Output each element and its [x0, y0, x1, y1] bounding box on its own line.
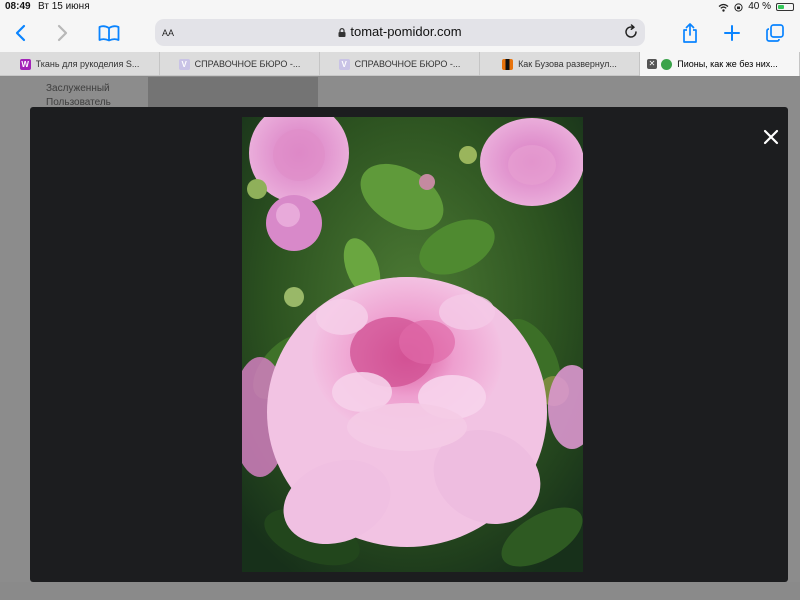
- lock-icon: [338, 28, 346, 37]
- peony-photo: [242, 117, 583, 572]
- share-icon: [683, 23, 697, 43]
- status-bar: 08:49 Вт 15 июня 40 %: [0, 0, 800, 14]
- orientation-lock-icon: [734, 2, 743, 12]
- tab-1[interactable]: V СПРАВОЧНОЕ БЮРО -...: [160, 52, 320, 76]
- battery-percent: 40 %: [748, 1, 771, 12]
- battery-level: [778, 5, 784, 9]
- user-rank-line1: Заслуженный: [46, 83, 110, 94]
- tab-favicon: V: [338, 58, 350, 70]
- close-icon[interactable]: [762, 128, 780, 146]
- reload-icon[interactable]: [623, 24, 639, 40]
- status-time: 08:49: [5, 1, 31, 12]
- tab-favicon-flag-icon: [502, 58, 514, 70]
- url-display[interactable]: tomat-pomidor.com: [155, 24, 645, 39]
- tab-3[interactable]: Как Бузова развернул...: [480, 52, 640, 76]
- tab-2[interactable]: V СПРАВОЧНОЕ БЮРО -...: [320, 52, 480, 76]
- lightbox-image: [242, 117, 583, 572]
- book-icon: [98, 24, 120, 41]
- battery-icon: [776, 3, 794, 11]
- status-date: Вт 15 июня: [38, 1, 90, 12]
- tab-title: СПРАВОЧНОЕ БЮРО -...: [194, 59, 301, 69]
- tab-title: Как Бузова развернул...: [518, 59, 617, 69]
- tab-0[interactable]: W Ткань для рукоделия S...: [0, 52, 160, 76]
- forward-button[interactable]: [52, 20, 72, 46]
- wifi-icon: [718, 3, 729, 12]
- user-rank: Заслуженный Пользователь: [46, 82, 111, 110]
- page-footer-strip: [0, 582, 800, 600]
- share-button[interactable]: [680, 20, 700, 46]
- tab-favicon: V: [178, 58, 190, 70]
- plus-icon: [724, 25, 740, 41]
- new-tab-button[interactable]: [722, 20, 742, 46]
- url-text: tomat-pomidor.com: [350, 24, 462, 39]
- tab-favicon: W: [19, 58, 31, 70]
- status-indicators: 40 %: [718, 0, 794, 14]
- tab-title: Пионы, как же без них...: [677, 59, 778, 69]
- tab-favicon: [661, 58, 673, 70]
- tab-4[interactable]: ✕ Пионы, как же без них...: [640, 52, 800, 76]
- bookmarks-button[interactable]: [96, 20, 122, 46]
- chevron-right-icon: [57, 24, 67, 42]
- close-tab-icon[interactable]: ✕: [647, 59, 657, 69]
- address-bar[interactable]: AA tomat-pomidor.com: [155, 19, 645, 46]
- tab-title: СПРАВОЧНОЕ БЮРО -...: [354, 59, 461, 69]
- tab-bar: W Ткань для рукоделия S... V СПРАВОЧНОЕ …: [0, 52, 800, 76]
- tab-title: Ткань для рукоделия S...: [35, 59, 140, 69]
- browser-toolbar: AA tomat-pomidor.com: [0, 14, 800, 52]
- chevron-left-icon: [15, 24, 25, 42]
- tab-overview-button[interactable]: [764, 20, 786, 46]
- back-button[interactable]: [10, 20, 30, 46]
- tabs-icon: [766, 24, 784, 42]
